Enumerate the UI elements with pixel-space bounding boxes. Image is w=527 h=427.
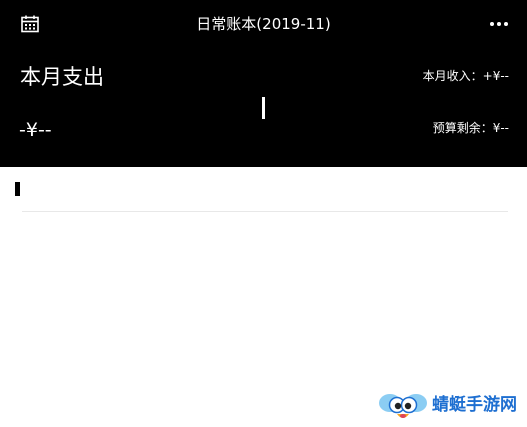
calendar-button[interactable] xyxy=(18,12,42,36)
monthly-expense-value: -¥-- xyxy=(19,119,52,141)
list-divider xyxy=(22,211,508,212)
watermark: 蜻蜓手游网 xyxy=(378,386,524,424)
budget-remaining-row: 预算剩余：¥-- xyxy=(433,120,509,136)
watermark-text: 蜻蜓手游网 xyxy=(432,395,517,415)
page-title: 日常账本(2019-11) xyxy=(196,15,331,33)
more-options-button[interactable] xyxy=(484,12,514,36)
top-bar: 日常账本(2019-11) xyxy=(0,0,527,48)
calendar-icon xyxy=(21,15,39,33)
monthly-expense-label: 本月支出 xyxy=(20,65,104,89)
more-horizontal-icon xyxy=(489,22,510,26)
header-summary: 日常账本(2019-11) 本月支出 -¥-- 本月收入：+¥-- 预算剩余：¥… xyxy=(0,0,527,167)
monthly-income-value: +¥-- xyxy=(482,69,509,83)
text-cursor-indicator xyxy=(262,97,265,119)
monthly-income-label: 本月收入： xyxy=(422,69,483,83)
dragonfly-mascot-logo xyxy=(379,394,427,418)
monthly-income-row: 本月收入：+¥-- xyxy=(423,68,509,84)
budget-remaining-label: 预算剩余： xyxy=(432,121,493,135)
ledger-app: 日常账本(2019-11) 本月支出 -¥-- 本月收入：+¥-- 预算剩余：¥… xyxy=(0,0,527,427)
list-section-marker xyxy=(15,182,20,196)
budget-remaining-value: ¥-- xyxy=(492,121,509,135)
